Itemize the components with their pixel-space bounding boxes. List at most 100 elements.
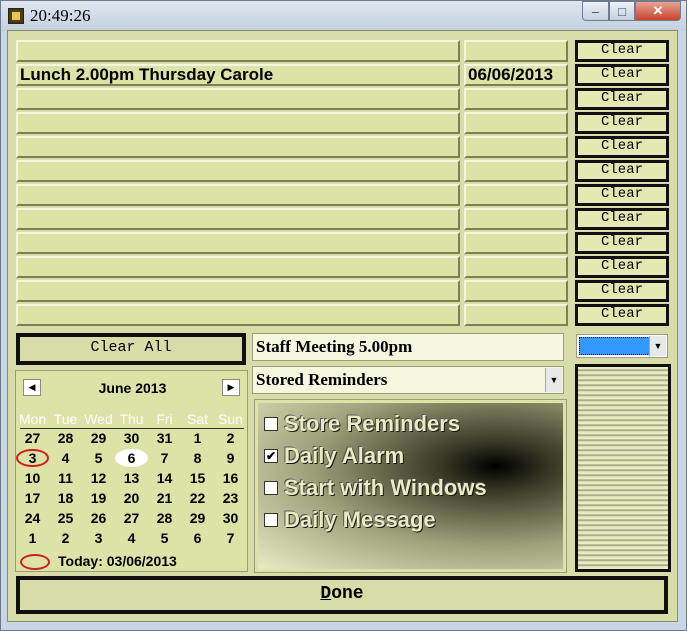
calendar-day[interactable]: 31 — [148, 429, 181, 447]
calendar-day[interactable]: 6 — [181, 529, 214, 547]
option-row[interactable]: Start with Windows — [264, 475, 487, 501]
reminder-text-cell[interactable] — [16, 184, 460, 206]
calendar-day[interactable]: 21 — [148, 489, 181, 507]
clear-button[interactable]: Clear — [575, 64, 669, 86]
done-button[interactable]: Done — [16, 576, 668, 614]
reminder-date-cell[interactable] — [464, 280, 568, 302]
option-row[interactable]: Store Reminders — [264, 411, 460, 437]
calendar-day[interactable]: 15 — [181, 469, 214, 487]
today-link[interactable]: Today: 03/06/2013 — [20, 553, 177, 571]
chevron-down-icon[interactable]: ▼ — [649, 336, 666, 356]
option-checkbox[interactable]: ✔ — [264, 449, 278, 463]
reminder-text-cell[interactable] — [16, 136, 460, 158]
calendar-day[interactable]: 14 — [148, 469, 181, 487]
clear-button[interactable]: Clear — [575, 88, 669, 110]
calendar-day[interactable]: 23 — [214, 489, 247, 507]
calendar-day[interactable]: 2 — [214, 429, 247, 447]
reminder-date-cell[interactable] — [464, 160, 568, 182]
calendar-day[interactable]: 16 — [214, 469, 247, 487]
reminder-date-cell[interactable] — [464, 232, 568, 254]
calendar-day[interactable]: 24 — [16, 509, 49, 527]
reminder-text-cell[interactable] — [16, 280, 460, 302]
calendar-day[interactable]: 29 — [181, 509, 214, 527]
clear-all-button[interactable]: Clear All — [16, 333, 246, 365]
calendar-day[interactable]: 1 — [181, 429, 214, 447]
calendar-day[interactable]: 27 — [115, 509, 148, 527]
clear-button[interactable]: Clear — [575, 184, 669, 206]
calendar-day[interactable]: 27 — [16, 429, 49, 447]
calendar-day[interactable]: 5 — [82, 449, 115, 467]
clear-button[interactable]: Clear — [575, 136, 669, 158]
clear-button[interactable]: Clear — [575, 160, 669, 182]
calendar-day[interactable]: 22 — [181, 489, 214, 507]
calendar-day[interactable]: 10 — [16, 469, 49, 487]
calendar-day[interactable]: 8 — [181, 449, 214, 467]
reminder-text-cell[interactable]: Lunch 2.00pm Thursday Carole — [16, 64, 460, 86]
calendar-day[interactable]: 1 — [16, 529, 49, 547]
chevron-down-icon[interactable]: ▼ — [545, 368, 562, 392]
color-select[interactable]: ▼ — [576, 334, 668, 358]
clear-button[interactable]: Clear — [575, 208, 669, 230]
calendar-day[interactable]: 17 — [16, 489, 49, 507]
title-bar[interactable]: 20:49:26 – □ ✕ — [1, 1, 686, 31]
option-row[interactable]: Daily Message — [264, 507, 436, 533]
calendar-day[interactable]: 18 — [49, 489, 82, 507]
reminder-date-cell[interactable] — [464, 40, 568, 62]
calendar-day[interactable]: 3 — [82, 529, 115, 547]
maximize-button[interactable]: □ — [609, 1, 635, 21]
clear-button[interactable]: Clear — [575, 232, 669, 254]
stored-reminders-select[interactable]: Stored Reminders ▼ — [252, 366, 564, 394]
calendar-day[interactable]: 13 — [115, 469, 148, 487]
calendar-day[interactable]: 5 — [148, 529, 181, 547]
clear-button[interactable]: Clear — [575, 256, 669, 278]
reminder-text-cell[interactable] — [16, 232, 460, 254]
reminder-text-cell[interactable] — [16, 88, 460, 110]
clear-button[interactable]: Clear — [575, 304, 669, 326]
calendar-day[interactable]: 26 — [82, 509, 115, 527]
calendar-day[interactable]: 9 — [214, 449, 247, 467]
reminder-date-cell[interactable] — [464, 88, 568, 110]
reminder-date-cell[interactable] — [464, 256, 568, 278]
calendar-day[interactable]: 7 — [148, 449, 181, 467]
calendar-day[interactable]: 12 — [82, 469, 115, 487]
reminder-text-cell[interactable] — [16, 304, 460, 326]
calendar-day[interactable]: 20 — [115, 489, 148, 507]
reminder-text-cell[interactable] — [16, 112, 460, 134]
calendar-day[interactable]: 19 — [82, 489, 115, 507]
calendar-day[interactable]: 28 — [148, 509, 181, 527]
reminder-date-cell[interactable] — [464, 136, 568, 158]
calendar-day[interactable]: 3 — [16, 449, 49, 467]
calendar-day[interactable]: 4 — [49, 449, 82, 467]
reminder-text-cell[interactable] — [16, 208, 460, 230]
calendar-day[interactable]: 30 — [115, 429, 148, 447]
calendar-day[interactable]: 25 — [49, 509, 82, 527]
calendar-day[interactable]: 6 — [115, 449, 148, 467]
calendar-day[interactable]: 7 — [214, 529, 247, 547]
calendar-day[interactable]: 4 — [115, 529, 148, 547]
option-checkbox[interactable] — [264, 417, 278, 431]
option-row[interactable]: ✔ Daily Alarm — [264, 443, 404, 469]
minimize-button[interactable]: – — [582, 1, 609, 21]
option-checkbox[interactable] — [264, 481, 278, 495]
clear-button[interactable]: Clear — [575, 40, 669, 62]
reminder-date-cell[interactable] — [464, 184, 568, 206]
reminder-date-cell[interactable] — [464, 208, 568, 230]
reminder-date-cell[interactable] — [464, 304, 568, 326]
close-button[interactable]: ✕ — [635, 1, 681, 21]
calendar-day[interactable]: 11 — [49, 469, 82, 487]
reminder-text-cell[interactable] — [16, 256, 460, 278]
calendar-day[interactable]: 29 — [82, 429, 115, 447]
calendar-day[interactable]: 30 — [214, 509, 247, 527]
clear-button[interactable]: Clear — [575, 280, 669, 302]
calendar-day[interactable]: 28 — [49, 429, 82, 447]
clear-button[interactable]: Clear — [575, 112, 669, 134]
reminder-date-cell[interactable] — [464, 112, 568, 134]
done-label-rest: one — [331, 584, 364, 604]
reminder-date-cell[interactable]: 06/06/2013 — [464, 64, 568, 86]
reminder-text-input[interactable]: Staff Meeting 5.00pm — [252, 333, 564, 361]
option-checkbox[interactable] — [264, 513, 278, 527]
reminder-text-cell[interactable] — [16, 160, 460, 182]
reminder-text-cell[interactable] — [16, 40, 460, 62]
calendar-day[interactable]: 2 — [49, 529, 82, 547]
next-month-button[interactable]: ▶ — [222, 379, 240, 396]
